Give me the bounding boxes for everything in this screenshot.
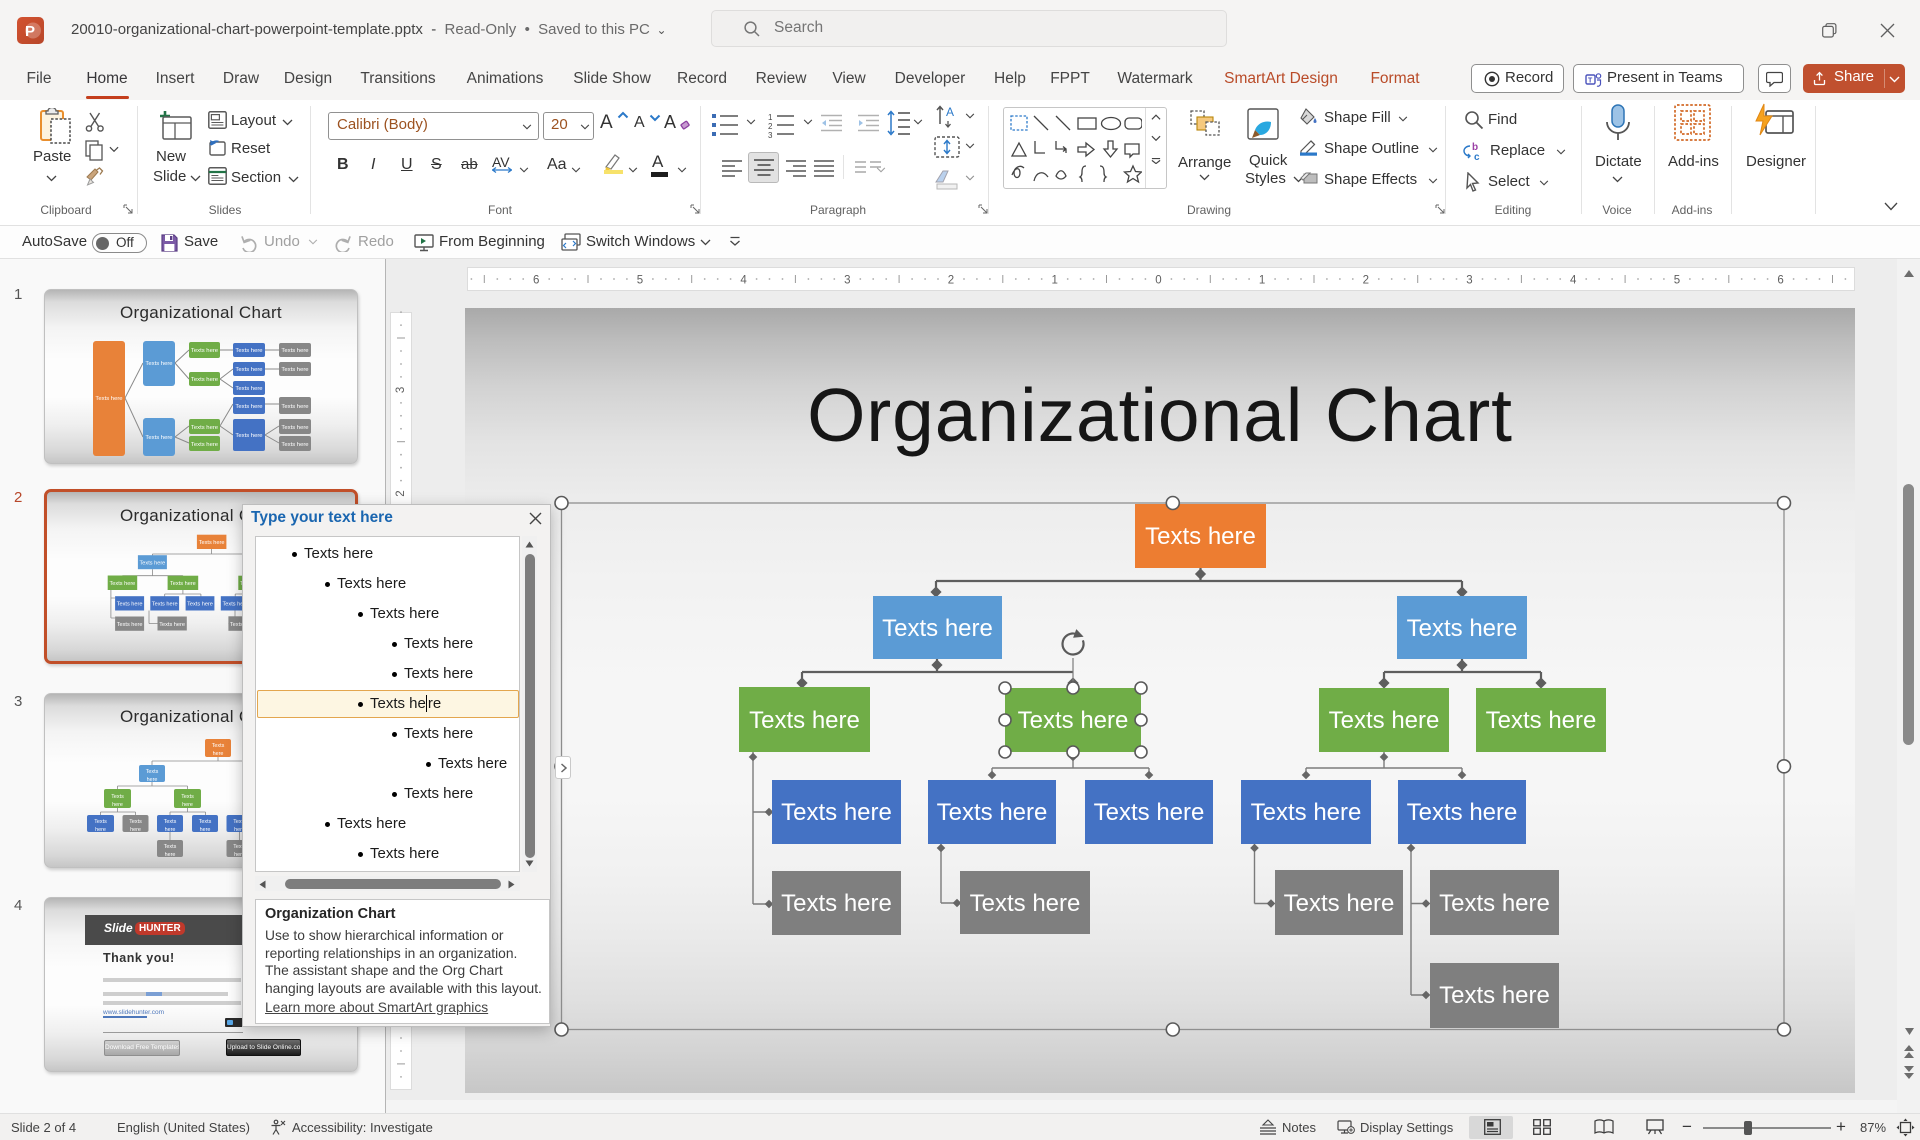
svg-text:2: 2 — [395, 490, 407, 496]
svg-text:here: here — [147, 777, 158, 783]
svg-text:Texts here: Texts here — [1486, 707, 1597, 734]
svg-text:Texts here: Texts here — [281, 442, 309, 448]
svg-text:2: 2 — [1363, 275, 1369, 287]
svg-text:Texts here: Texts here — [1407, 799, 1518, 826]
svg-text:Texts: Texts — [212, 743, 225, 749]
svg-text:3: 3 — [1466, 275, 1472, 287]
svg-text:A: A — [946, 105, 954, 119]
svg-text:3: 3 — [844, 275, 850, 287]
svg-text:Texts here: Texts here — [1329, 707, 1440, 734]
svg-text:Texts here: Texts here — [170, 581, 196, 587]
svg-text:here: here — [112, 802, 123, 808]
svg-text:Texts here: Texts here — [281, 425, 309, 431]
svg-text:Texts here: Texts here — [199, 540, 225, 546]
svg-text:Texts here: Texts here — [191, 442, 219, 448]
svg-text:here: here — [95, 827, 106, 833]
svg-text:Texts here: Texts here — [882, 615, 993, 642]
svg-text:Texts here: Texts here — [937, 799, 1048, 826]
svg-text:Texts: Texts — [164, 844, 177, 850]
svg-text:Texts here: Texts here — [191, 425, 219, 431]
svg-text:1: 1 — [1259, 275, 1265, 287]
svg-text:Texts here: Texts here — [235, 433, 263, 439]
svg-text:Texts: Texts — [199, 819, 212, 825]
svg-text:P: P — [25, 23, 35, 40]
svg-text:5: 5 — [637, 275, 643, 287]
svg-text:T: T — [1588, 78, 1593, 85]
svg-text:Texts here: Texts here — [1251, 799, 1362, 826]
svg-text:1: 1 — [768, 113, 773, 122]
svg-text:Texts here: Texts here — [187, 602, 213, 608]
svg-text:Texts here: Texts here — [235, 348, 263, 354]
svg-text:Texts here: Texts here — [281, 367, 309, 373]
svg-text:Texts here: Texts here — [1094, 799, 1205, 826]
svg-text:5: 5 — [1674, 275, 1680, 287]
svg-text:Texts here: Texts here — [970, 890, 1081, 917]
svg-text:Texts here: Texts here — [191, 377, 219, 383]
svg-text:Texts here: Texts here — [1284, 890, 1395, 917]
svg-text:here: here — [165, 852, 176, 858]
svg-text:3: 3 — [768, 131, 773, 138]
svg-text:Texts here: Texts here — [1407, 615, 1518, 642]
svg-text:Texts here: Texts here — [1439, 890, 1550, 917]
svg-text:Texts here: Texts here — [152, 602, 178, 608]
svg-text:Texts: Texts — [94, 819, 107, 825]
svg-text:Texts here: Texts here — [1439, 982, 1550, 1009]
svg-text:here: here — [130, 827, 141, 833]
svg-text:c: c — [1474, 152, 1480, 161]
svg-text:Texts: Texts — [164, 819, 177, 825]
svg-text:2: 2 — [768, 122, 773, 131]
svg-text:4: 4 — [1570, 275, 1577, 287]
svg-text:4: 4 — [740, 275, 747, 287]
svg-text:Texts: Texts — [146, 769, 159, 775]
svg-text:1: 1 — [1051, 275, 1057, 287]
svg-text:Texts here: Texts here — [235, 386, 263, 392]
svg-text:here: here — [182, 802, 193, 808]
svg-text:Texts here: Texts here — [749, 707, 860, 734]
svg-text:Texts here: Texts here — [1018, 707, 1129, 734]
svg-text:6: 6 — [533, 275, 539, 287]
svg-text:Texts here: Texts here — [117, 622, 143, 628]
svg-text:Texts: Texts — [111, 794, 124, 800]
svg-text:Texts: Texts — [129, 819, 142, 825]
svg-text:here: here — [200, 827, 211, 833]
svg-text:Texts here: Texts here — [95, 396, 123, 402]
svg-text:Texts here: Texts here — [781, 799, 892, 826]
svg-text:0: 0 — [1155, 275, 1161, 287]
svg-text:Texts here: Texts here — [235, 404, 263, 410]
svg-text:Texts here: Texts here — [235, 367, 263, 373]
svg-text:Texts here: Texts here — [281, 404, 309, 410]
svg-text:Texts here: Texts here — [139, 561, 165, 567]
svg-text:Texts here: Texts here — [117, 602, 143, 608]
svg-text:6: 6 — [1777, 275, 1783, 287]
svg-text:here: here — [165, 827, 176, 833]
svg-text:Texts here: Texts here — [1145, 523, 1256, 550]
svg-text:3: 3 — [395, 387, 407, 393]
svg-text:Texts here: Texts here — [159, 622, 185, 628]
svg-text:here: here — [213, 751, 224, 757]
svg-text:Texts here: Texts here — [781, 890, 892, 917]
svg-text:Texts here: Texts here — [281, 348, 309, 354]
svg-text:Texts: Texts — [181, 794, 194, 800]
svg-text:Texts here: Texts here — [145, 435, 173, 441]
svg-text:Texts here: Texts here — [191, 348, 219, 354]
svg-text:2: 2 — [948, 275, 954, 287]
svg-text:Texts here: Texts here — [145, 361, 173, 367]
svg-text:Texts here: Texts here — [109, 581, 135, 587]
